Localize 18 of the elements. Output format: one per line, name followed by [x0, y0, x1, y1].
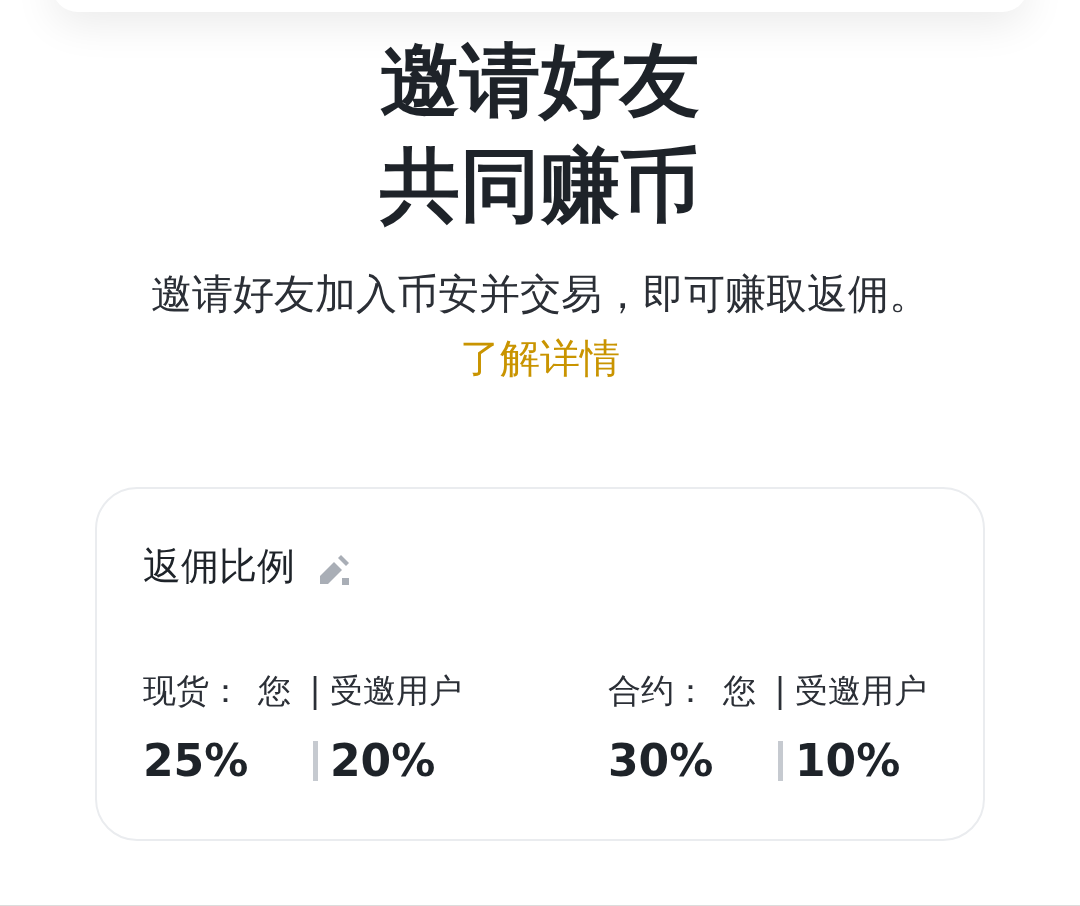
category-label: 合约： [608, 670, 708, 712]
rate-value: 20% [330, 734, 437, 788]
rate-value: 10% [795, 734, 902, 788]
separator-text: | [774, 670, 786, 712]
rate-value: 25% [143, 734, 250, 788]
category-label: 现货： [143, 670, 243, 712]
separator-text: | [309, 670, 321, 712]
pencil-icon[interactable] [317, 554, 351, 586]
column-label: 您 [723, 670, 757, 712]
headline: 邀请好友 [380, 33, 700, 129]
column-label: 受邀用户 [330, 670, 463, 712]
column-label: 受邀用户 [795, 670, 928, 712]
description-text: 邀请好友加入币安并交易，即可赚取返佣。 [150, 269, 930, 320]
learn-more-link[interactable]: 了解详情 [460, 328, 620, 388]
column-label: 您 [258, 670, 292, 712]
card-title: 返佣比例 [143, 543, 295, 590]
rate-value: 30% [608, 734, 715, 788]
headline: 共同赚币 [380, 138, 700, 234]
